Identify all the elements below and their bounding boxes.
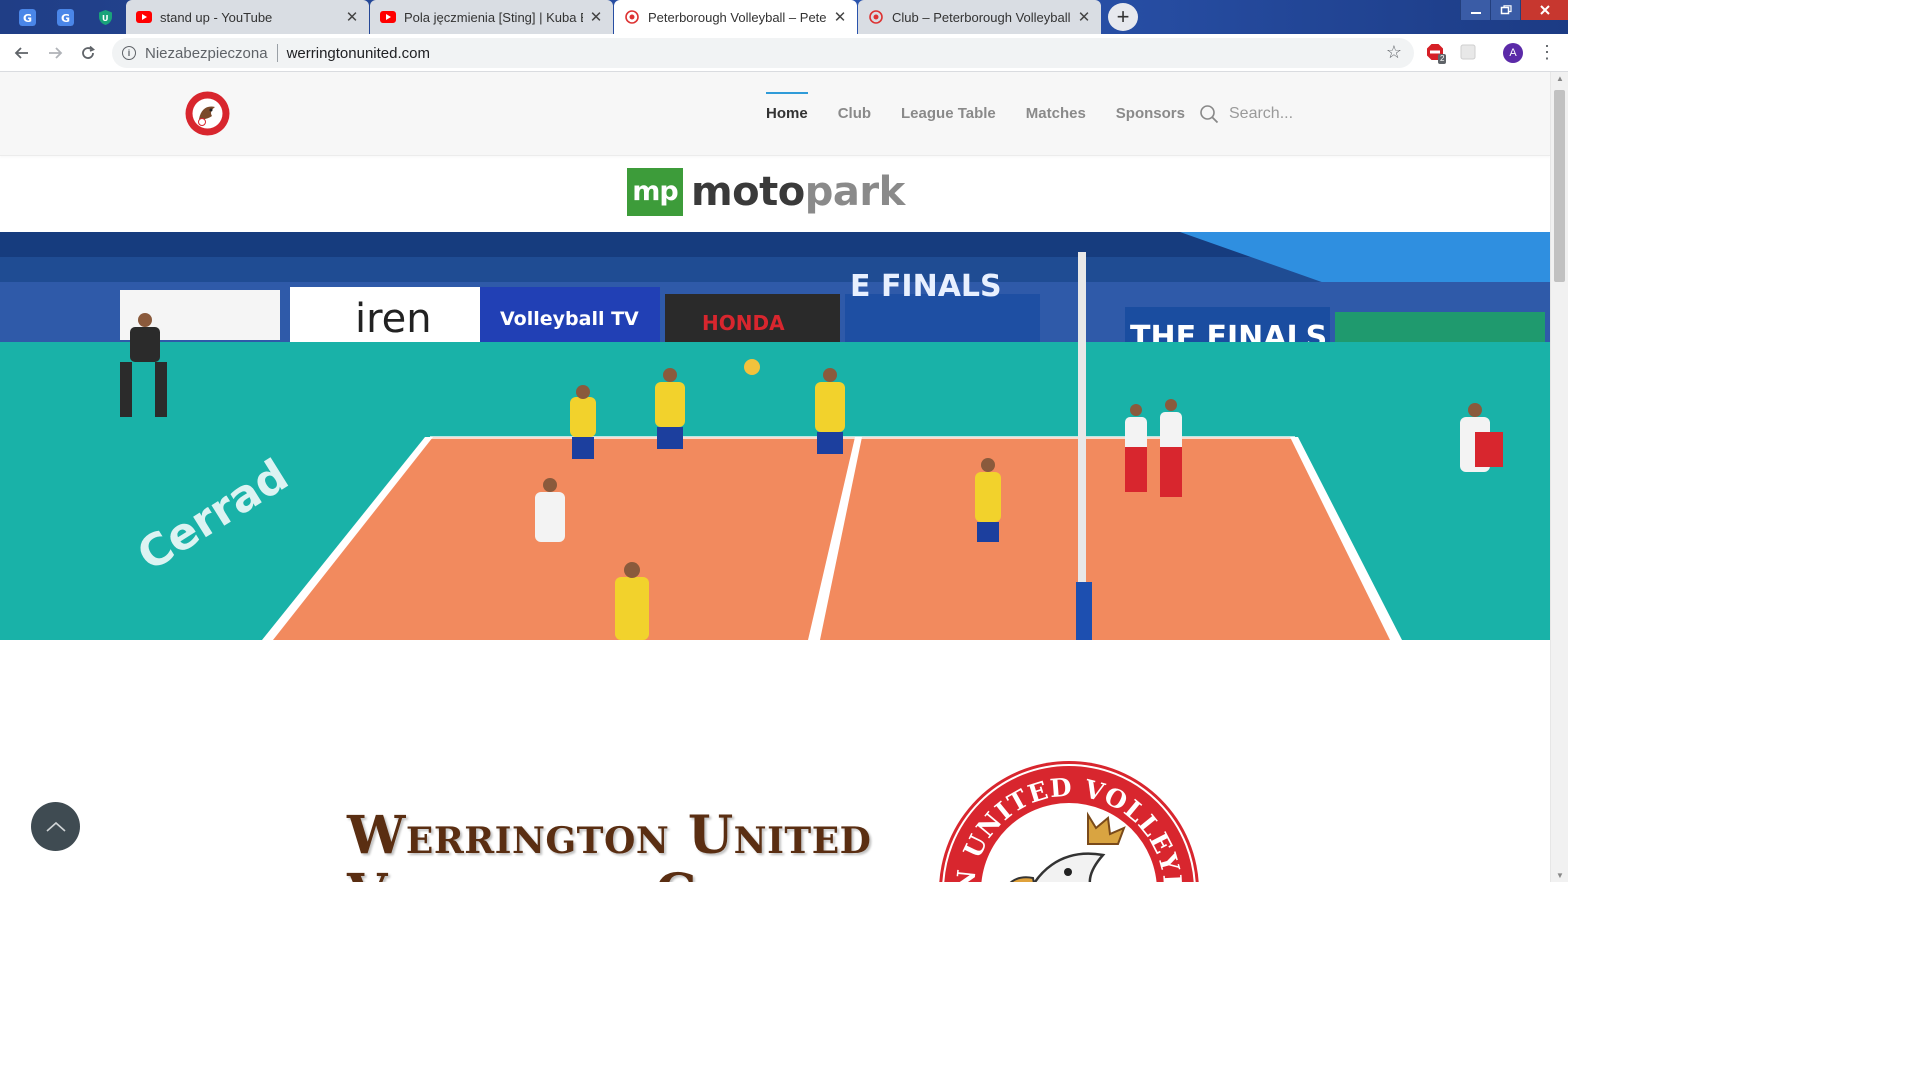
tab-title: stand up - YouTube (160, 9, 273, 25)
scroll-down-arrow-icon[interactable]: ▼ (1556, 871, 1564, 880)
site-search (1199, 104, 1409, 124)
site-favicon-icon (624, 9, 640, 25)
scroll-up-arrow-icon[interactable]: ▲ (1556, 74, 1564, 83)
tab-youtube-sting[interactable]: Pola jęczmienia [Sting] | Kuba Blo ✕ (370, 0, 613, 34)
back-button[interactable] (9, 40, 35, 66)
close-icon[interactable]: ✕ (833, 8, 847, 26)
chevron-up-icon (45, 821, 66, 832)
omnibox-separator (276, 44, 278, 62)
vpn-shield-icon: U (99, 9, 112, 25)
sponsor-name-park: park (804, 169, 905, 215)
bookmark-star-icon[interactable]: ☆ (1386, 42, 1402, 63)
browser-tab-strip: G G U stand up - YouTube ✕ Pola jęczmien… (0, 0, 1568, 34)
browser-toolbar: i Niezabezpieczona werringtonunited.com … (0, 34, 1568, 72)
svg-text:G: G (23, 12, 32, 25)
tab-club-peterborough[interactable]: Club – Peterborough Volleyball ✕ (858, 0, 1101, 34)
page-headline: Werrington United Volleyball Club (347, 805, 872, 883)
tab-title: Club – Peterborough Volleyball (892, 9, 1071, 25)
arrow-right-icon (49, 47, 63, 59)
minimize-icon (1470, 12, 1481, 14)
page-viewport: Home Club League Table Matches Sponsors … (0, 72, 1550, 882)
search-input[interactable] (1229, 105, 1409, 123)
arrow-left-icon (14, 47, 28, 59)
sponsor-logo-motopark[interactable]: mp motopark (627, 168, 905, 216)
club-logo[interactable] (185, 91, 230, 136)
tab-peterborough-volleyball[interactable]: Peterborough Volleyball – Peterb ✕ (614, 0, 857, 34)
security-label: Niezabezpieczona (145, 44, 268, 62)
sponsor-name-moto: moto (691, 169, 805, 215)
tab-title: Pola jęczmienia [Sting] | Kuba Blo (404, 9, 583, 25)
restore-button[interactable] (1490, 0, 1520, 20)
info-icon[interactable]: i (122, 46, 136, 60)
search-icon[interactable] (1199, 104, 1219, 124)
ad-iren: iren (355, 296, 432, 342)
sponsor-badge: mp (627, 168, 683, 216)
close-window-button[interactable] (1520, 0, 1568, 20)
main-navigation: Home Club League Table Matches Sponsors (766, 92, 1215, 136)
pinned-tab-translate[interactable]: G (8, 0, 47, 34)
pinned-tab-vpn[interactable]: U (86, 0, 125, 34)
nav-club[interactable]: Club (838, 92, 871, 136)
tab-youtube-standup[interactable]: stand up - YouTube ✕ (126, 0, 369, 34)
sponsor-name: motopark (691, 169, 905, 215)
nav-home[interactable]: Home (766, 92, 808, 136)
browser-menu-icon[interactable]: ⋮ (1538, 41, 1556, 63)
ad-volleyball-tv: Volleyball TV (500, 308, 639, 330)
volleyball-match-photo: iren Volleyball TV HONDA E FINALS THE FI… (0, 232, 1550, 640)
site-header: Home Club League Table Matches Sponsors (0, 72, 1550, 156)
page-scrollbar[interactable]: ▲ ▼ (1550, 72, 1568, 882)
address-bar[interactable]: i Niezabezpieczona werringtonunited.com … (112, 38, 1414, 68)
youtube-icon (136, 9, 152, 25)
reload-icon (82, 45, 95, 59)
close-icon (1539, 5, 1550, 15)
forward-button[interactable] (42, 40, 68, 66)
close-icon[interactable]: ✕ (1077, 8, 1091, 26)
headline-line1: Werrington United (347, 805, 872, 866)
headline-line2: Volleyball Club (347, 865, 871, 883)
tab-title: Peterborough Volleyball – Peterb (648, 9, 827, 25)
nav-league-table[interactable]: League Table (901, 92, 996, 136)
ad-honda: HONDA (702, 311, 785, 335)
ad-e-finals: E FINALS (850, 269, 1002, 304)
minimize-button[interactable] (1460, 0, 1490, 20)
restore-icon (1500, 5, 1512, 15)
google-translate-icon: G (57, 8, 74, 26)
nav-sponsors[interactable]: Sponsors (1116, 92, 1185, 136)
extension-button[interactable] (1459, 43, 1479, 63)
google-translate-icon: G (19, 8, 36, 26)
site-favicon-icon (868, 9, 884, 25)
hero-image: iren Volleyball TV HONDA E FINALS THE FI… (0, 232, 1550, 640)
window-controls (1460, 0, 1568, 20)
reload-button[interactable] (75, 40, 101, 66)
url-text: werringtonunited.com (286, 44, 430, 62)
scrollbar-thumb[interactable] (1554, 90, 1565, 282)
pinned-tab-translate-2[interactable]: G (46, 0, 85, 34)
extension-icon (1460, 44, 1476, 60)
new-tab-button[interactable]: + (1108, 3, 1138, 31)
close-icon[interactable]: ✕ (345, 8, 359, 26)
youtube-icon (380, 9, 396, 25)
club-crest: TON UNITED VOLLEYBAL (938, 760, 1199, 882)
close-icon[interactable]: ✕ (589, 8, 603, 26)
profile-avatar[interactable]: A (1503, 43, 1523, 63)
svg-text:U: U (102, 14, 109, 23)
adblock-extension-button[interactable]: 2 (1426, 43, 1447, 64)
nav-matches[interactable]: Matches (1026, 92, 1086, 136)
back-to-top-button[interactable] (31, 802, 80, 851)
extension-badge: 2 (1438, 54, 1447, 64)
svg-text:G: G (61, 12, 70, 25)
